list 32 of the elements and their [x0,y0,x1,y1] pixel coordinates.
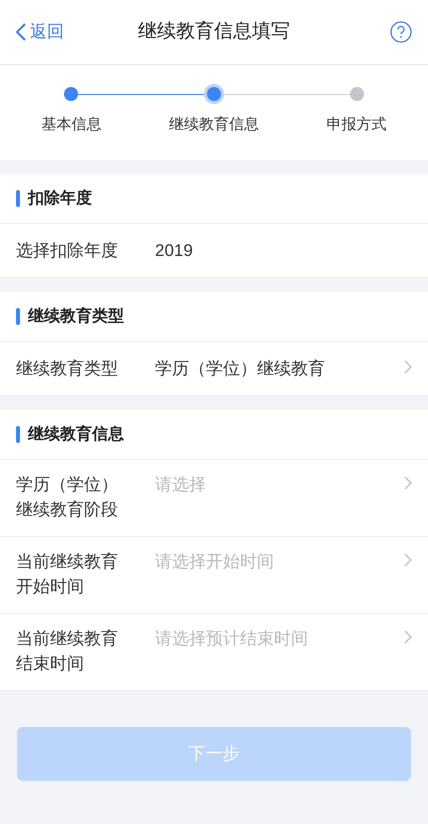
section-title: 继续教育信息 [28,424,124,444]
form-row[interactable]: 继续教育类型 学历（学位）继续教育 [0,342,428,396]
field-label: 当前继续教育结束时间 [16,628,119,675]
field-label: 继续教育类型 [16,358,119,380]
chevron-right-icon [404,553,412,567]
step-label: 继续教育信息 [168,115,259,135]
field-placeholder: 请选择开始时间 [155,551,275,573]
help-icon[interactable] [390,21,412,43]
back-button[interactable]: 返回 [16,19,96,45]
field-label: 选择扣除年度 [16,240,119,262]
form-row[interactable]: 当前继续教育开始时间 请选择开始时间 [0,537,428,614]
chevron-right-icon [404,630,412,644]
section-accent-bar [16,426,20,443]
field-placeholder: 请选择预计结束时间 [155,628,309,650]
form-row[interactable]: 当前继续教育结束时间 请选择预计结束时间 [0,614,428,691]
field-label: 学历（学位）继续教育阶段 [16,474,119,521]
back-icon [16,23,26,41]
section-title: 扣除年度 [28,188,92,208]
field-value: 2019 [155,240,194,262]
section-title: 继续教育类型 [28,306,124,326]
section-accent-bar [16,190,20,207]
page-title: 继续教育信息填写 [137,20,291,44]
form-row[interactable]: 学历（学位）继续教育阶段 请选择 [0,460,428,537]
field-value: 学历（学位）继续教育 [155,358,326,380]
chevron-right-icon [404,360,412,374]
field-placeholder: 请选择 [155,474,207,496]
field-label: 当前继续教育开始时间 [16,551,119,598]
step-label: 基本信息 [41,115,102,135]
chevron-right-icon [404,476,412,490]
section-accent-bar [16,308,20,325]
step-label: 申报方式 [326,115,387,135]
form-row[interactable]: 选择扣除年度 2019 [0,224,428,278]
